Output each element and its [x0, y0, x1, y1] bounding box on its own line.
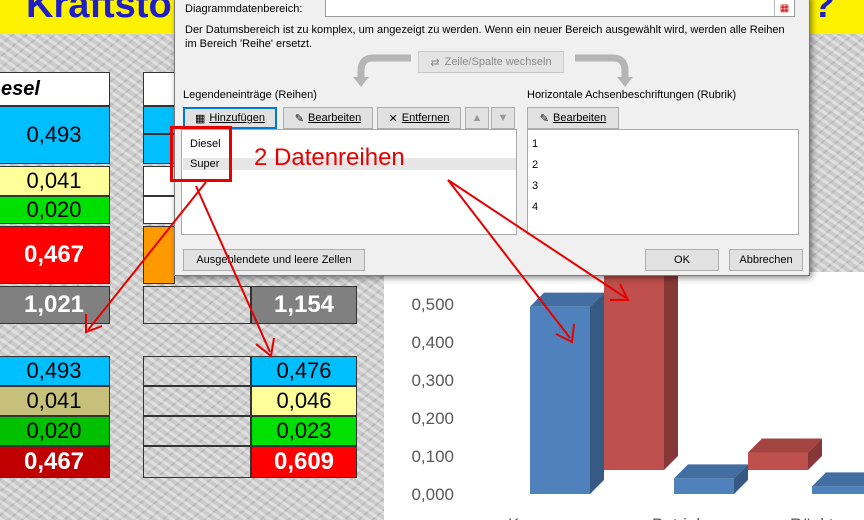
bar-series-1[interactable] [530, 292, 604, 494]
legend-title: Legendeneinträge (Reihen) [183, 89, 317, 101]
diesel-copy-cell[interactable]: 0,020 [0, 416, 110, 446]
category-label: K [508, 515, 520, 520]
diesel-total-cell[interactable]: 1,021 [0, 286, 110, 324]
y-tick-label: 0,200 [411, 409, 454, 428]
category-list[interactable]: 1 2 3 4 [527, 129, 799, 235]
super-value-cell[interactable] [143, 226, 175, 284]
triangle-down-icon: ▼ [497, 112, 509, 124]
y-tick-label: 0,400 [411, 333, 454, 352]
category-item[interactable]: 4 [532, 201, 538, 213]
headline-text: Kraftsto [26, 0, 172, 26]
empty-cell[interactable] [143, 356, 251, 386]
super-copy-cell[interactable]: 0,023 [251, 416, 357, 446]
diesel-copy-cell[interactable]: 0,041 [0, 386, 110, 416]
switch-icon: ⇄ [430, 56, 440, 69]
super-header-cell[interactable] [143, 72, 175, 106]
empty-cell[interactable] [143, 446, 251, 478]
add-icon: ▦ [194, 112, 206, 125]
move-up-button[interactable]: ▲ [465, 107, 489, 129]
edit-axis-labels-button[interactable]: ✎ Bearbeiten [527, 107, 619, 129]
super-total-cell[interactable]: 1,154 [251, 286, 357, 324]
range-input[interactable]: ▦ [325, 0, 795, 17]
diesel-value-cell[interactable]: 0,020 [0, 196, 110, 224]
bar-series-1[interactable] [674, 464, 748, 494]
bar-series-1[interactable] [812, 472, 864, 494]
super-copy-cell[interactable]: 0,046 [251, 386, 357, 416]
empty-cell[interactable] [143, 416, 251, 446]
diesel-value-cell[interactable]: 0,467 [0, 226, 110, 284]
super-copy-cell[interactable]: 0,476 [251, 356, 357, 386]
axis-title: Horizontale Achsenbeschriftungen (Rubrik… [527, 89, 737, 101]
diesel-copy-cell[interactable]: 0,493 [0, 356, 110, 386]
category-label: Betrieb [652, 515, 706, 520]
bar-chart[interactable]: 0,500 0,400 0,300 0,200 0,100 0,000 K Betrieb R… [384, 272, 864, 520]
select-data-source-dialog[interactable]: Diagrammdatenbereich: ▦ Der Datumsbereic… [174, 0, 810, 276]
y-tick-label: 0,000 [411, 485, 454, 504]
y-tick-label: 0,100 [411, 447, 454, 466]
edit-series-button[interactable]: ✎ Bearbeiten [283, 107, 373, 129]
category-item[interactable]: 3 [532, 180, 538, 192]
category-item[interactable]: 1 [532, 138, 538, 150]
headline-question-mark: ? [812, 0, 836, 26]
annotation-highlight-box [170, 126, 232, 182]
diesel-header-cell[interactable]: esel [0, 72, 110, 106]
switch-label: Zeile/Spalte wechseln [444, 56, 552, 68]
category-item[interactable]: 2 [532, 159, 538, 171]
edit-icon: ✎ [294, 112, 304, 125]
annotation-label: 2 Datenreihen [254, 144, 405, 171]
hidden-empty-cells-button[interactable]: Ausgeblendete und leere Zellen [183, 249, 365, 271]
remove-icon: ✕ [388, 112, 398, 125]
cancel-button[interactable]: Abbrechen [729, 249, 803, 271]
super-empty-cell[interactable] [143, 286, 251, 324]
diesel-value-cell[interactable]: 0,493 [0, 106, 110, 164]
ok-button[interactable]: OK [645, 249, 719, 271]
triangle-up-icon: ▲ [471, 112, 483, 124]
category-label: Rückt [790, 515, 834, 520]
diesel-value-cell[interactable]: 0,041 [0, 166, 110, 196]
switch-row-column-button[interactable]: ⇄ Zeile/Spalte wechseln [418, 51, 564, 73]
bar-series-2[interactable] [748, 438, 822, 470]
y-tick-label: 0,300 [411, 371, 454, 390]
edit-icon: ✎ [539, 112, 549, 125]
empty-cell[interactable] [143, 386, 251, 416]
y-tick-label: 0,500 [411, 295, 454, 314]
diesel-copy-cell[interactable]: 0,467 [0, 446, 110, 478]
move-down-button[interactable]: ▼ [491, 107, 515, 129]
super-value-cell[interactable] [143, 196, 175, 224]
super-copy-cell[interactable]: 0,609 [251, 446, 357, 478]
remove-series-button[interactable]: ✕ Entfernen [377, 107, 461, 129]
range-collapse-icon[interactable]: ▦ [774, 0, 794, 16]
range-label: Diagrammdatenbereich: [185, 3, 303, 15]
range-message: Der Datumsbereich ist zu komplex, um ang… [185, 24, 785, 50]
chart-area[interactable]: 0,500 0,400 0,300 0,200 0,100 0,000 K Betrieb R… [384, 272, 864, 520]
bar-series-2[interactable] [604, 272, 678, 470]
